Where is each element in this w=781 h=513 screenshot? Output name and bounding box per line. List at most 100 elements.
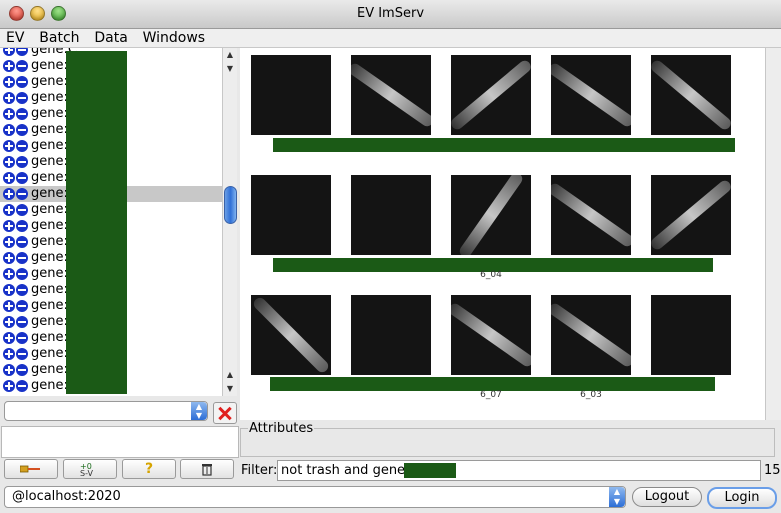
help-button[interactable]: ? [122, 459, 176, 479]
plus-circle-icon[interactable] [3, 348, 15, 360]
tag-button[interactable] [4, 459, 58, 479]
minus-circle-icon[interactable] [16, 188, 28, 200]
scroll-up-arrow[interactable]: ▼ [223, 62, 237, 76]
minus-circle-icon[interactable] [16, 380, 28, 392]
minus-circle-icon[interactable] [16, 332, 28, 344]
plus-circle-icon[interactable] [3, 140, 15, 152]
minus-circle-icon[interactable] [16, 348, 28, 360]
plus-circle-icon[interactable] [3, 48, 15, 56]
expand-collapse-icons[interactable] [3, 252, 29, 264]
expand-collapse-icons[interactable] [3, 124, 29, 136]
expand-collapse-icons[interactable] [3, 364, 29, 376]
login-button[interactable]: Login [707, 487, 777, 509]
thumbnail-image[interactable] [551, 295, 631, 375]
plus-circle-icon[interactable] [3, 124, 15, 136]
expand-collapse-icons[interactable] [3, 60, 29, 72]
plus-circle-icon[interactable] [3, 268, 15, 280]
thumbnail-image[interactable] [251, 295, 331, 375]
expand-collapse-icons[interactable] [3, 316, 29, 328]
plus-circle-icon[interactable] [3, 220, 15, 232]
expand-collapse-icons[interactable] [3, 188, 29, 200]
minus-circle-icon[interactable] [16, 76, 28, 88]
minus-circle-icon[interactable] [16, 236, 28, 248]
plus-circle-icon[interactable] [3, 76, 15, 88]
minus-circle-icon[interactable] [16, 268, 28, 280]
scroll-up-arrow[interactable]: ▲ [223, 368, 237, 382]
thumbnail-image[interactable] [351, 55, 431, 135]
plus-circle-icon[interactable] [3, 284, 15, 296]
thumbnail-image[interactable] [651, 295, 731, 375]
expand-collapse-icons[interactable] [3, 48, 29, 56]
plus-circle-icon[interactable] [3, 188, 15, 200]
list-filter-combo[interactable]: ▲ ▼ [4, 401, 208, 421]
minus-circle-icon[interactable] [16, 124, 28, 136]
thumbnail-image[interactable] [451, 295, 531, 375]
thumbnail-image[interactable] [351, 295, 431, 375]
thumbnail-image[interactable] [251, 175, 331, 255]
minus-circle-icon[interactable] [16, 48, 28, 56]
minus-circle-icon[interactable] [16, 316, 28, 328]
gene-list-scrollbar[interactable]: ▲ ▼ ▲ ▼ [222, 48, 237, 396]
delete-button[interactable] [213, 402, 237, 424]
thumbnail-image[interactable] [551, 55, 631, 135]
expand-collapse-icons[interactable] [3, 172, 29, 184]
plus-circle-icon[interactable] [3, 60, 15, 72]
filter-input[interactable]: not trash and gene:E [277, 460, 761, 481]
grid-scrollbar[interactable] [765, 48, 781, 420]
plus-circle-icon[interactable] [3, 108, 15, 120]
menu-data[interactable]: Data [88, 29, 132, 46]
plus-circle-icon[interactable] [3, 332, 15, 344]
trash-button[interactable] [180, 459, 234, 479]
expand-collapse-icons[interactable] [3, 92, 29, 104]
minus-circle-icon[interactable] [16, 60, 28, 72]
minus-circle-icon[interactable] [16, 284, 28, 296]
thumbnail-image[interactable] [651, 55, 731, 135]
thumbnail-image[interactable] [451, 175, 531, 255]
thumbnail-image[interactable] [651, 175, 731, 255]
menu-windows[interactable]: Windows [137, 29, 211, 46]
plus-circle-icon[interactable] [3, 204, 15, 216]
plus-circle-icon[interactable] [3, 236, 15, 248]
minus-circle-icon[interactable] [16, 140, 28, 152]
expand-collapse-icons[interactable] [3, 268, 29, 280]
expand-collapse-icons[interactable] [3, 156, 29, 168]
note-area[interactable] [1, 426, 239, 458]
plus-circle-icon[interactable] [3, 316, 15, 328]
minus-circle-icon[interactable] [16, 92, 28, 104]
plus-circle-icon[interactable] [3, 380, 15, 392]
plus-circle-icon[interactable] [3, 92, 15, 104]
logout-button[interactable]: Logout [632, 487, 702, 507]
expand-collapse-icons[interactable] [3, 140, 29, 152]
thumbnail-image[interactable] [251, 55, 331, 135]
expand-collapse-icons[interactable] [3, 348, 29, 360]
scroll-up-arrow[interactable]: ▲ [223, 48, 237, 62]
minus-circle-icon[interactable] [16, 108, 28, 120]
expand-collapse-icons[interactable] [3, 220, 29, 232]
scroll-thumb[interactable] [224, 186, 237, 224]
menu-batch[interactable]: Batch [33, 29, 84, 46]
thumbnail-image[interactable] [451, 55, 531, 135]
expand-collapse-icons[interactable] [3, 108, 29, 120]
minus-circle-icon[interactable] [16, 204, 28, 216]
expand-collapse-icons[interactable] [3, 380, 29, 392]
minus-circle-icon[interactable] [16, 364, 28, 376]
expand-collapse-icons[interactable] [3, 300, 29, 312]
plus-circle-icon[interactable] [3, 156, 15, 168]
plus-circle-icon[interactable] [3, 252, 15, 264]
server-combo[interactable]: @localhost:2020 ▲ ▼ [4, 486, 626, 508]
menu-ev[interactable]: EV [0, 29, 29, 46]
minus-circle-icon[interactable] [16, 300, 28, 312]
plus-circle-icon[interactable] [3, 364, 15, 376]
expand-collapse-icons[interactable] [3, 332, 29, 344]
expand-collapse-icons[interactable] [3, 76, 29, 88]
thumbnail-image[interactable] [551, 175, 631, 255]
expand-collapse-icons[interactable] [3, 204, 29, 216]
minus-circle-icon[interactable] [16, 220, 28, 232]
minus-circle-icon[interactable] [16, 156, 28, 168]
plus-circle-icon[interactable] [3, 300, 15, 312]
thumbnail-image[interactable] [351, 175, 431, 255]
minus-circle-icon[interactable] [16, 252, 28, 264]
minus-circle-icon[interactable] [16, 172, 28, 184]
plus-circle-icon[interactable] [3, 172, 15, 184]
expand-collapse-icons[interactable] [3, 284, 29, 296]
